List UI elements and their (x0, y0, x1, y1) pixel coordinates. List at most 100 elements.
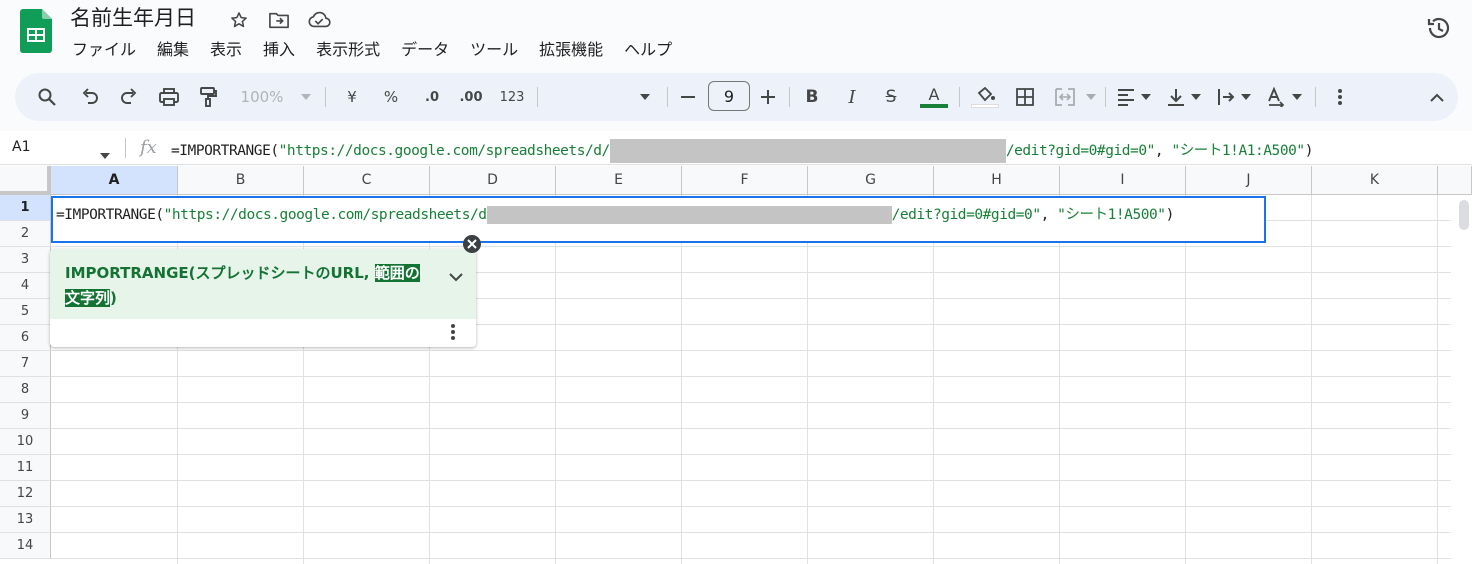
currency-format-button[interactable]: ¥ (342, 85, 362, 109)
formula-range: "シート1!A1:A500" (1171, 143, 1305, 159)
menu-edit[interactable]: 編集 (157, 38, 189, 62)
search-menus-icon[interactable] (35, 85, 59, 109)
text-rotation-icon[interactable] (1265, 85, 1287, 109)
decrease-decimal-button[interactable]: .0 (419, 85, 445, 109)
expand-help-icon[interactable] (449, 267, 463, 286)
menu-extensions[interactable]: 拡張機能 (539, 38, 603, 62)
column-header-j[interactable]: J (1186, 166, 1312, 195)
column-header-b[interactable]: B (178, 166, 304, 195)
cloud-saved-icon[interactable] (307, 8, 331, 32)
menu-insert[interactable]: 挿入 (263, 38, 295, 62)
formula-prefix: =IMPORTRANGE( (171, 143, 279, 159)
row-header-2[interactable]: 2 (0, 221, 51, 247)
fill-color-icon[interactable] (970, 85, 1000, 109)
paint-format-icon[interactable] (196, 85, 220, 109)
text-rotation-dropdown-icon[interactable] (1291, 85, 1303, 109)
select-all-corner[interactable] (0, 166, 51, 195)
editor-separator: , (1040, 207, 1058, 223)
formula-separator: , (1154, 143, 1172, 159)
editor-range: "シート1!A500" (1057, 207, 1166, 223)
column-header-c[interactable]: C (304, 166, 430, 195)
sheets-logo-icon[interactable] (20, 9, 52, 53)
text-wrapping-icon[interactable] (1215, 85, 1237, 109)
row-header-4[interactable]: 4 (0, 273, 51, 299)
menu-tools[interactable]: ツール (470, 38, 518, 62)
italic-icon[interactable]: I (841, 85, 863, 109)
menu-format[interactable]: 表示形式 (316, 38, 380, 62)
row-header-10[interactable]: 10 (0, 429, 51, 455)
cell-editor-text[interactable]: =IMPORTRANGE("https://docs.google.com/sp… (56, 203, 1174, 224)
merge-dropdown-icon[interactable] (1085, 85, 1097, 109)
column-header-i[interactable]: I (1060, 166, 1186, 195)
move-folder-icon[interactable] (267, 8, 291, 32)
row-header-14[interactable]: 14 (0, 533, 51, 559)
name-box[interactable]: A1 (12, 139, 30, 155)
name-box-dropdown-icon[interactable] (100, 144, 110, 163)
borders-icon[interactable] (1013, 85, 1037, 109)
vertical-align-icon[interactable] (1165, 85, 1187, 109)
row-header-8[interactable]: 8 (0, 377, 51, 403)
menu-view[interactable]: 表示 (210, 38, 242, 62)
row-header-3[interactable]: 3 (0, 247, 51, 273)
row-header-5[interactable]: 5 (0, 299, 51, 325)
menu-file[interactable]: ファイル (72, 38, 136, 62)
vertical-scrollbar[interactable] (1459, 200, 1469, 230)
help-more-options-icon[interactable] (451, 324, 455, 344)
decrease-font-size-icon[interactable] (677, 85, 699, 109)
row-header-13[interactable]: 13 (0, 507, 51, 533)
redacted-block (486, 206, 892, 224)
row-header-6[interactable]: 6 (0, 325, 51, 351)
version-history-icon[interactable] (1425, 14, 1453, 42)
formula-input[interactable]: =IMPORTRANGE("https://docs.google.com/sp… (171, 139, 1313, 163)
row-header-7[interactable]: 7 (0, 351, 51, 377)
more-options-icon[interactable] (1329, 85, 1351, 109)
redo-icon[interactable] (117, 85, 141, 109)
number-format-button[interactable]: 123 (498, 85, 526, 109)
column-header-h[interactable]: H (934, 166, 1060, 195)
horizontal-align-dropdown-icon[interactable] (1140, 85, 1152, 109)
vertical-align-dropdown-icon[interactable] (1190, 85, 1202, 109)
zoom-dropdown-icon[interactable] (299, 85, 313, 109)
bold-icon[interactable]: B (801, 85, 823, 109)
font-family-dropdown-icon[interactable] (635, 85, 655, 109)
text-wrapping-dropdown-icon[interactable] (1240, 85, 1252, 109)
menu-data[interactable]: データ (401, 38, 449, 62)
font-size-input[interactable]: 9 (708, 81, 750, 111)
spreadsheet-grid: A B C D E F G H I J K 1 2 3 4 5 6 7 8 9 … (0, 166, 1472, 564)
fx-icon: fx (140, 137, 157, 158)
menu-help[interactable]: ヘルプ (624, 38, 672, 62)
column-header-g[interactable]: G (808, 166, 934, 195)
editor-formula-prefix: =IMPORTRANGE( (56, 207, 164, 223)
formula-signature: IMPORTRANGE(スプレッドシートのURL, 範囲の 文字列) (65, 261, 435, 311)
percent-format-button[interactable]: % (381, 85, 401, 109)
column-header-f[interactable]: F (682, 166, 808, 195)
column-header-a[interactable]: A (51, 166, 178, 195)
horizontal-align-icon[interactable] (1115, 85, 1137, 109)
signature-suffix: ) (110, 289, 117, 307)
row-header-9[interactable]: 9 (0, 403, 51, 429)
undo-icon[interactable] (78, 85, 102, 109)
top-bar: 名前生年月日 ファイル 編集 表示 挿入 表示形式 データ ツール 拡張機能 ヘ… (0, 0, 1472, 70)
column-header-e[interactable]: E (556, 166, 682, 195)
cell-editor-a1[interactable]: =IMPORTRANGE("https://docs.google.com/sp… (51, 196, 1266, 243)
print-icon[interactable] (157, 85, 181, 109)
increase-decimal-button[interactable]: .00 (458, 85, 484, 109)
increase-font-size-icon[interactable] (757, 85, 779, 109)
close-help-icon[interactable] (463, 235, 481, 253)
document-title[interactable]: 名前生年月日 (70, 4, 196, 32)
row-header-11[interactable]: 11 (0, 455, 51, 481)
row-header-12[interactable]: 12 (0, 481, 51, 507)
formula-help-header[interactable]: IMPORTRANGE(スプレッドシートのURL, 範囲の 文字列) (50, 249, 476, 319)
formula-close: ) (1304, 143, 1314, 159)
column-header-k[interactable]: K (1312, 166, 1438, 195)
column-header-d[interactable]: D (430, 166, 556, 195)
editor-close: ) (1165, 207, 1175, 223)
text-color-icon[interactable]: A (919, 85, 949, 109)
star-icon[interactable] (227, 8, 251, 32)
zoom-select[interactable]: 100% (237, 85, 287, 109)
collapse-toolbar-icon[interactable] (1425, 85, 1449, 109)
highlighted-argument-cont: 文字列 (65, 289, 111, 307)
row-header-1[interactable]: 1 (0, 195, 51, 221)
merge-cells-icon[interactable] (1053, 85, 1077, 109)
strikethrough-icon[interactable]: S (880, 85, 902, 109)
